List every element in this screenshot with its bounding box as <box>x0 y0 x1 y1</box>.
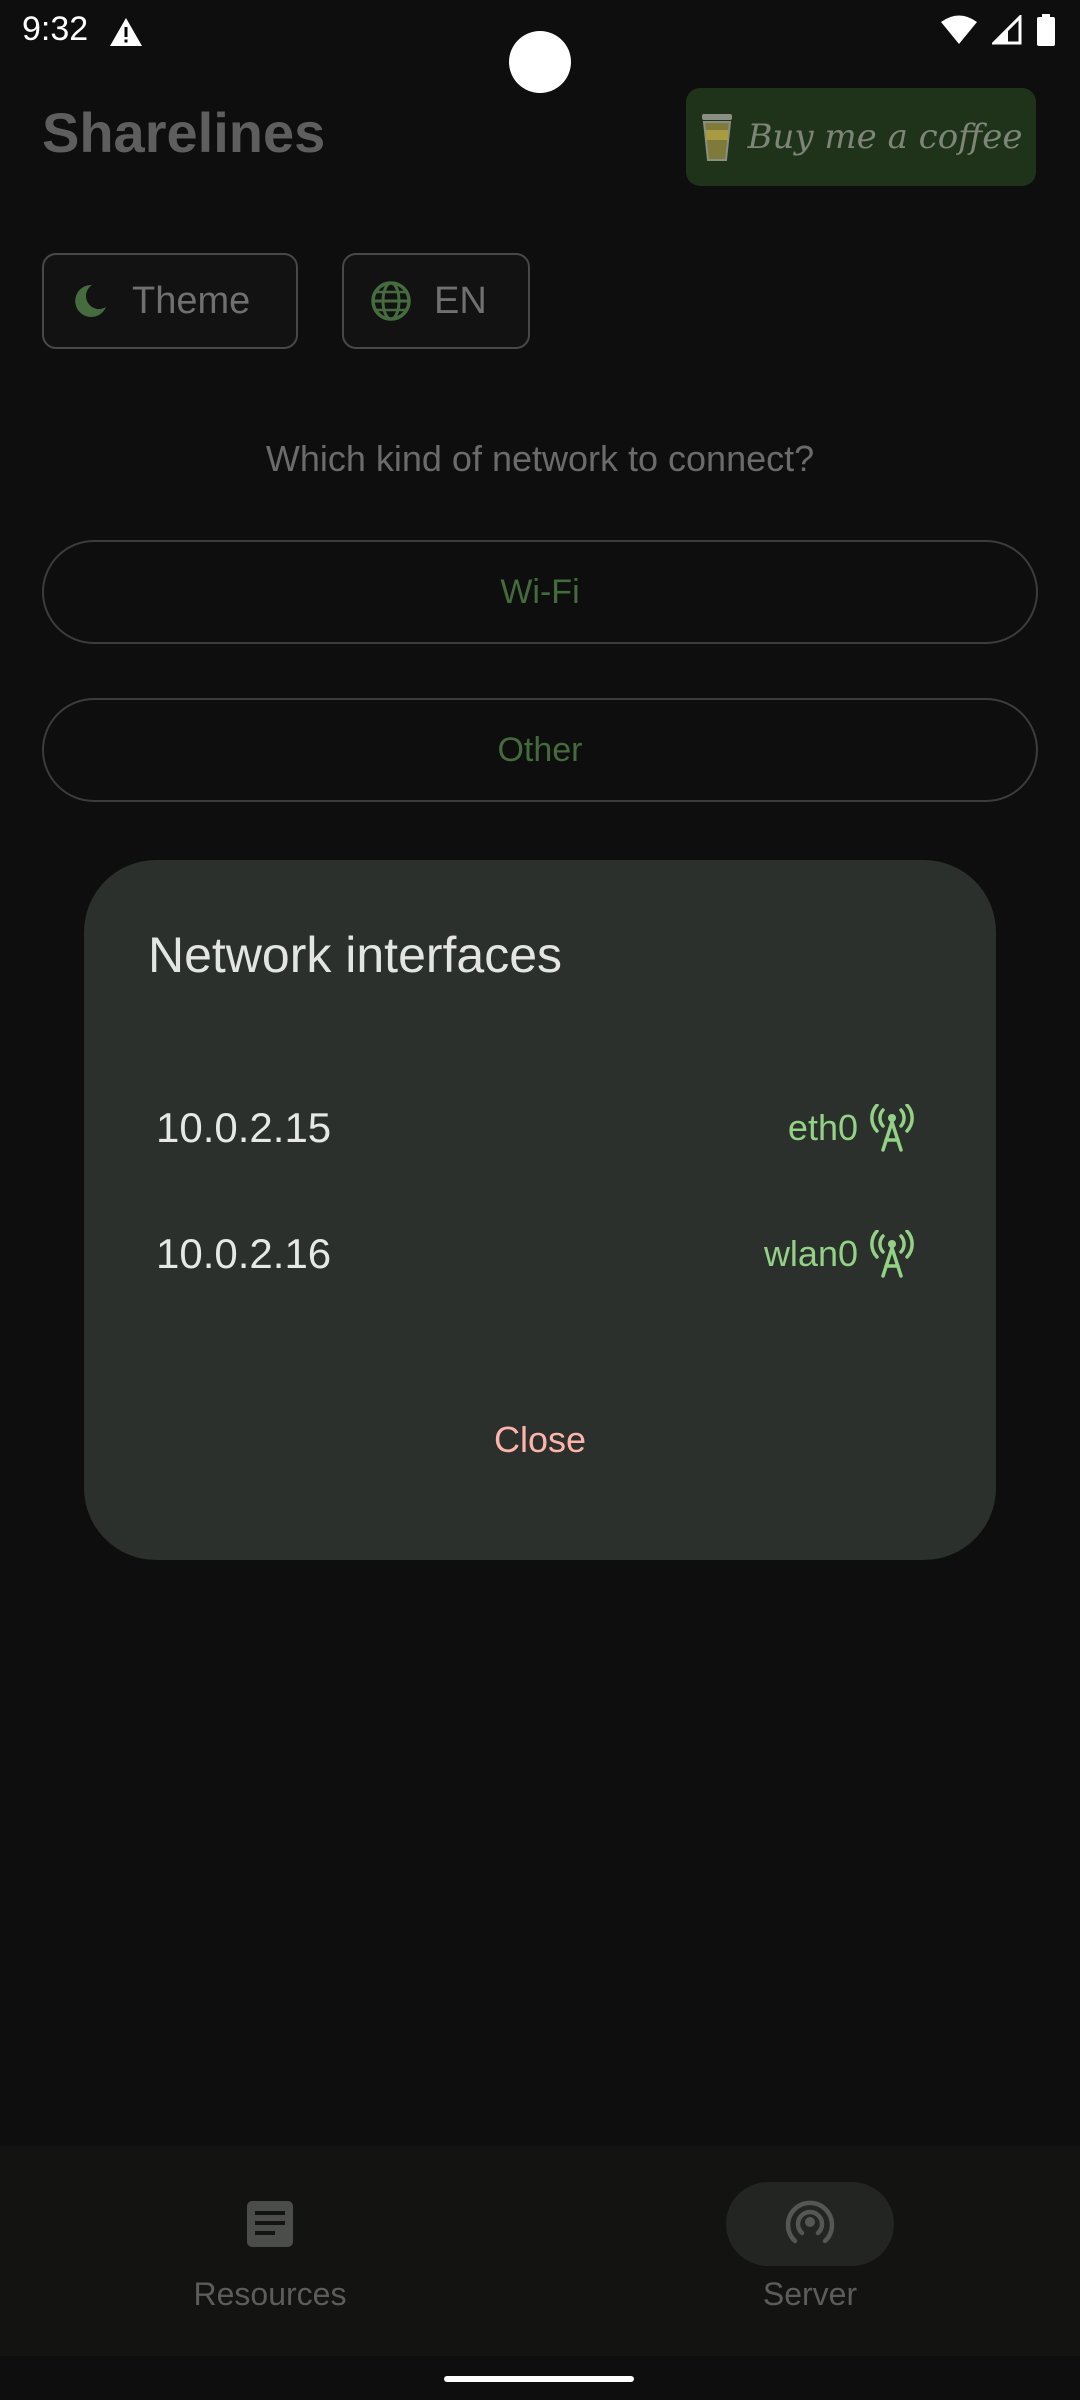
theme-button[interactable]: Theme <box>42 253 298 349</box>
interface-ip: 10.0.2.15 <box>156 1104 332 1151</box>
nav-label-resources: Resources <box>193 2276 347 2312</box>
screen: 9:32 Sharelines Buy me a coffee Theme EN… <box>0 0 1080 2400</box>
nav-pill-active <box>726 2182 894 2266</box>
interface-name: eth0 <box>787 1107 858 1148</box>
bottom-navigation: Resources Server <box>0 2146 1080 2356</box>
app-title: Sharelines <box>42 101 326 164</box>
other-button[interactable]: Other <box>42 698 1038 802</box>
article-icon <box>247 2201 293 2247</box>
globe-icon <box>371 281 411 321</box>
close-button[interactable]: Close <box>440 1400 640 1480</box>
nav-pill <box>186 2182 354 2266</box>
warning-icon <box>110 18 142 46</box>
interface-row[interactable]: 10.0.2.15 eth0 <box>156 1088 1008 1168</box>
gesture-handle[interactable] <box>444 2376 634 2382</box>
podcast-icon <box>785 2200 835 2244</box>
antenna-icon <box>870 1104 914 1152</box>
wifi-icon <box>941 15 977 44</box>
interface-row[interactable]: 10.0.2.16 wlan0 <box>156 1214 1008 1294</box>
status-time: 9:32 <box>22 10 89 48</box>
status-icons <box>940 14 1056 46</box>
network-interfaces-dialog: Network interfaces 10.0.2.15 eth0 10.0.2… <box>84 860 996 1560</box>
coffee-label: Buy me a coffee <box>747 117 1023 157</box>
interface-name: wlan0 <box>763 1233 858 1274</box>
battery-icon <box>1037 14 1055 46</box>
language-button[interactable]: EN <box>342 253 530 349</box>
coffee-cup-icon <box>701 114 732 161</box>
language-label: EN <box>434 279 487 322</box>
antenna-icon <box>870 1230 914 1278</box>
interface-ip: 10.0.2.16 <box>156 1230 332 1277</box>
nav-item-resources[interactable]: Resources <box>120 2182 420 2313</box>
dialog-title: Network interfaces <box>148 927 563 983</box>
wifi-button[interactable]: Wi-Fi <box>42 540 1038 644</box>
nav-item-server[interactable]: Server <box>660 2182 960 2313</box>
moon-icon <box>75 284 106 317</box>
buy-me-a-coffee-button[interactable]: Buy me a coffee <box>686 88 1036 186</box>
camera-cutout <box>509 31 571 93</box>
nav-label-server: Server <box>762 2276 858 2312</box>
theme-label: Theme <box>132 279 251 322</box>
signal-icon <box>992 15 1022 45</box>
network-question: Which kind of network to connect? <box>265 438 815 479</box>
